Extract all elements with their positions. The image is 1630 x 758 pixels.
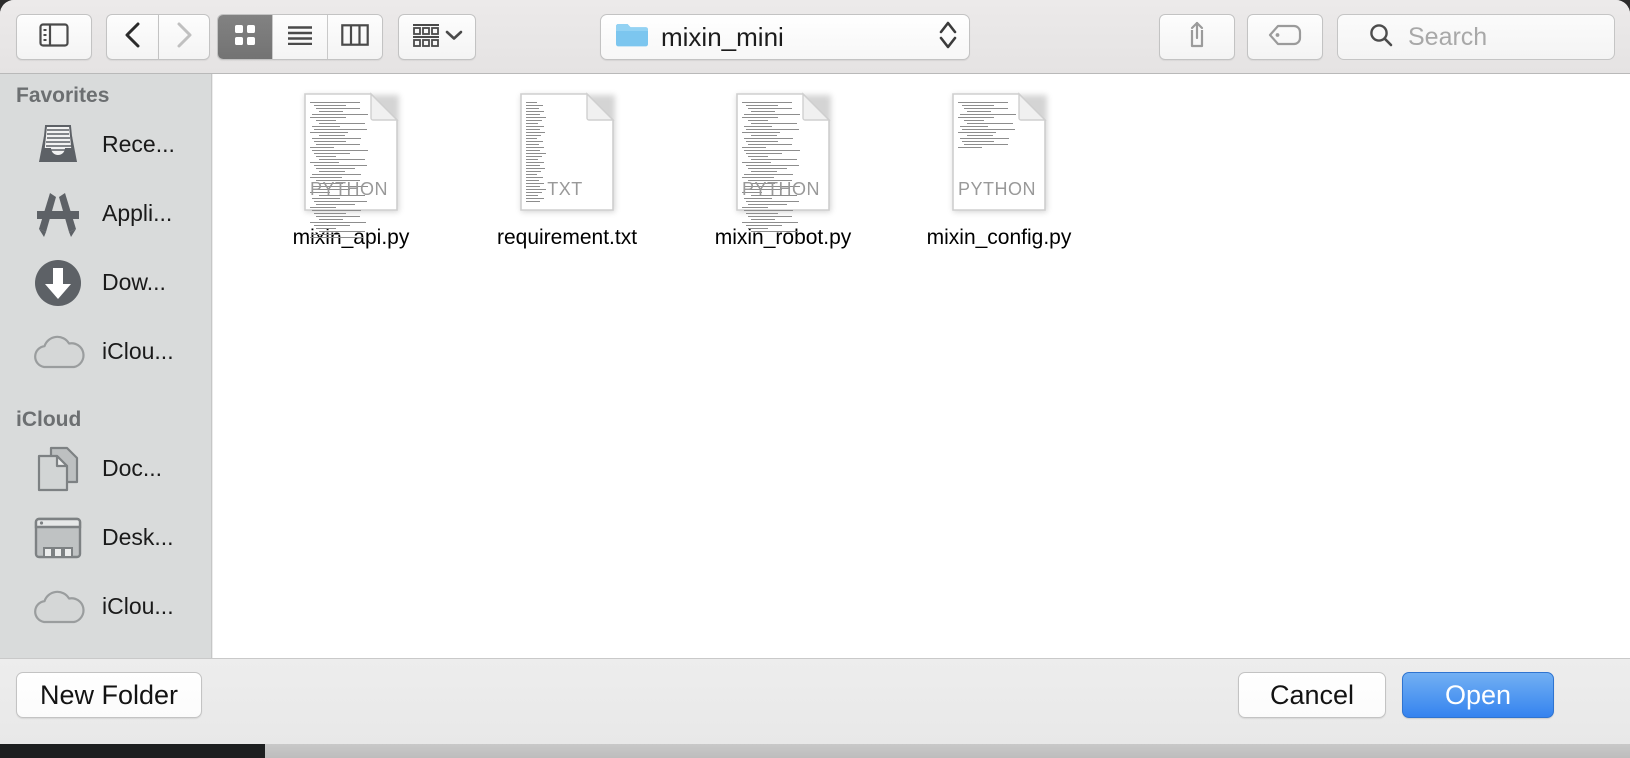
- share-icon: [1184, 20, 1210, 55]
- icloud-icon: [30, 324, 86, 380]
- sidebar-toggle-button[interactable]: [16, 14, 92, 60]
- documents-icon: [30, 441, 86, 497]
- desktop-icon: [30, 510, 86, 566]
- sidebar: Favorites Rece... Appli... Dow... iClou.…: [0, 74, 212, 658]
- chevron-left-icon: [124, 21, 142, 54]
- group-by-button[interactable]: [398, 14, 476, 60]
- sidebar-item-label: Appli...: [102, 200, 173, 226]
- tag-icon: [1268, 24, 1302, 51]
- icon-view-button[interactable]: [218, 15, 273, 59]
- sidebar-section-header-favorites: Favorites: [16, 84, 110, 107]
- sidebar-item-desktop[interactable]: Desk...: [0, 503, 211, 572]
- downloads-icon: [30, 255, 86, 311]
- icloud-icon: [30, 579, 86, 635]
- sidebar-item-label: Rece...: [102, 131, 175, 157]
- sidebar-item-label: iClou...: [102, 338, 174, 364]
- python-file-icon: PYTHON: [735, 92, 831, 232]
- search-input[interactable]: Search: [1337, 14, 1615, 60]
- chevron-right-icon: [175, 21, 193, 54]
- file-type-badge: PYTHON: [741, 179, 820, 199]
- sidebar-item-applications[interactable]: Appli...: [0, 179, 211, 248]
- file-icon-wrapper: PYTHON: [951, 86, 1047, 212]
- sidebar-item-label: Doc...: [102, 455, 163, 481]
- file-browser-content[interactable]: PYTHON mixin_api.py TXT requirement.txt PYTH…: [213, 74, 1630, 658]
- sidebar-item-downloads[interactable]: Dow...: [0, 248, 211, 317]
- column-view-button[interactable]: [328, 15, 382, 59]
- file-icon-wrapper: TXT: [519, 86, 615, 212]
- file-grid: PYTHON mixin_api.py TXT requirement.txt PYTH…: [213, 74, 1630, 266]
- text-file-icon: TXT: [519, 92, 615, 212]
- list-icon: [287, 25, 313, 50]
- dialog-footer: New Folder Cancel Open: [0, 658, 1630, 748]
- folder-icon: [615, 21, 649, 53]
- sidebar-item-documents[interactable]: Doc...: [0, 434, 211, 503]
- file-icon-wrapper: PYTHON: [303, 86, 399, 238]
- path-popup-label: mixin_mini: [661, 21, 784, 52]
- file-type-badge: PYTHON: [309, 179, 388, 199]
- search-icon: [1368, 22, 1394, 53]
- applications-icon: [30, 186, 86, 242]
- sidebar-toggle-icon: [39, 22, 69, 52]
- forward-button[interactable]: [158, 14, 210, 60]
- sidebar-item-label: Desk...: [102, 524, 174, 550]
- up-down-chevrons-icon: [937, 18, 959, 57]
- path-popup-button[interactable]: mixin_mini: [600, 14, 970, 60]
- search-placeholder: Search: [1408, 22, 1488, 51]
- back-button[interactable]: [106, 14, 158, 60]
- file-preview-lines: [310, 102, 390, 238]
- file-picker-window: mixin_mini Search Favorites Rece... Appl…: [0, 0, 1630, 758]
- file-icon-wrapper: PYTHON: [735, 86, 831, 232]
- chevron-down-icon: [445, 28, 463, 46]
- sidebar-item-label: Dow...: [102, 269, 166, 295]
- view-mode-segmented-control: [217, 14, 383, 60]
- sidebar-item-icloud-drive[interactable]: iClou...: [0, 572, 211, 641]
- group-items-icon: [412, 23, 440, 52]
- python-file-icon: PYTHON: [951, 92, 1047, 212]
- cancel-button[interactable]: Cancel: [1238, 672, 1386, 718]
- grid-icon: [233, 23, 257, 52]
- sidebar-section-header-icloud: iCloud: [16, 408, 82, 431]
- sidebar-item-label: iClou...: [102, 593, 174, 619]
- file-type-badge: PYTHON: [957, 179, 1036, 199]
- file-preview-lines: [742, 102, 822, 232]
- new-folder-button[interactable]: New Folder: [16, 672, 202, 718]
- list-view-button[interactable]: [273, 15, 328, 59]
- python-file-icon: PYTHON: [303, 92, 399, 238]
- tag-button[interactable]: [1247, 14, 1323, 60]
- columns-icon: [341, 23, 369, 51]
- sidebar-item-icloud-drive-favorites[interactable]: iClou...: [0, 317, 211, 386]
- sidebar-item-recents[interactable]: Rece...: [0, 110, 211, 179]
- horizontal-scrollbar-thumb[interactable]: [0, 744, 265, 758]
- file-item[interactable]: TXT requirement.txt: [459, 86, 675, 266]
- file-type-badge: TXT: [547, 179, 583, 199]
- file-name-label: mixin_config.py: [926, 226, 1072, 249]
- recents-icon: [30, 117, 86, 173]
- file-item[interactable]: PYTHON mixin_robot.py: [675, 86, 891, 266]
- file-item[interactable]: PYTHON mixin_api.py: [243, 86, 459, 266]
- open-button[interactable]: Open: [1402, 672, 1554, 718]
- file-name-label: requirement.txt: [496, 226, 638, 249]
- toolbar: mixin_mini Search: [0, 0, 1630, 74]
- file-preview-lines: [958, 102, 1038, 148]
- share-button[interactable]: [1159, 14, 1235, 60]
- file-item[interactable]: PYTHON mixin_config.py: [891, 86, 1107, 266]
